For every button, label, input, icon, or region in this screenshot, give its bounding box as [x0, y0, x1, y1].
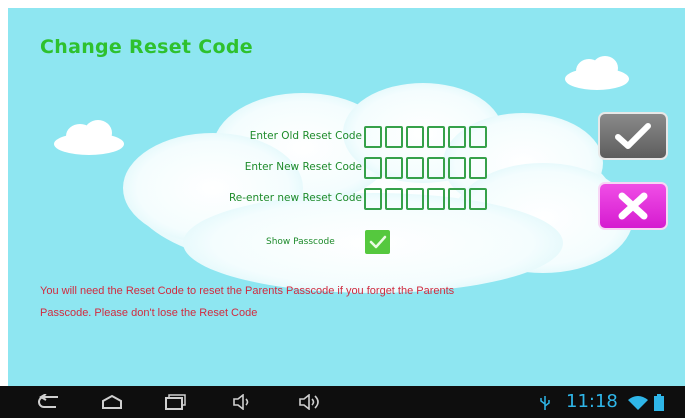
digit-box[interactable] [427, 126, 445, 148]
checkmark-icon [615, 123, 651, 149]
cloud-small-right [565, 56, 629, 90]
new-reset-code-label: Enter New Reset Code [244, 161, 362, 173]
cancel-button[interactable] [598, 182, 668, 230]
system-navbar: 11:18 [0, 386, 685, 418]
digit-box[interactable] [469, 157, 487, 179]
digit-box[interactable] [385, 157, 403, 179]
battery-icon [654, 394, 664, 411]
digit-box[interactable] [406, 126, 424, 148]
reenter-reset-code-row: Re-enter new Reset Code [158, 188, 538, 212]
status-clock: 11:18 [566, 391, 618, 412]
digit-box[interactable] [364, 188, 382, 210]
old-reset-code-input[interactable] [364, 126, 487, 148]
digit-box[interactable] [406, 188, 424, 210]
back-icon[interactable] [36, 394, 62, 410]
digit-box[interactable] [427, 157, 445, 179]
wifi-icon [628, 396, 648, 410]
digit-box[interactable] [469, 126, 487, 148]
usb-icon [540, 396, 550, 410]
home-icon[interactable] [100, 394, 124, 410]
notice-line-1: You will need the Reset Code to reset th… [40, 285, 455, 297]
volume-down-icon[interactable] [232, 394, 254, 410]
digit-box[interactable] [364, 126, 382, 148]
confirm-button[interactable] [598, 112, 668, 160]
digit-box[interactable] [448, 157, 466, 179]
digit-box[interactable] [385, 126, 403, 148]
digit-box[interactable] [406, 157, 424, 179]
digit-box[interactable] [448, 188, 466, 210]
digit-box[interactable] [364, 157, 382, 179]
digit-box[interactable] [427, 188, 445, 210]
old-reset-code-row: Enter Old Reset Code [158, 126, 538, 150]
reenter-reset-code-label: Re-enter new Reset Code [228, 192, 362, 204]
show-passcode-checkbox[interactable] [365, 230, 390, 254]
show-passcode-label: Show Passcode [266, 237, 335, 247]
checkmark-icon [369, 235, 386, 249]
recent-apps-icon[interactable] [163, 394, 189, 410]
digit-box[interactable] [448, 126, 466, 148]
close-x-icon [618, 192, 648, 220]
cloud-small-left [54, 120, 124, 155]
page-title: Change Reset Code [40, 36, 253, 58]
digit-box[interactable] [469, 188, 487, 210]
reenter-reset-code-input[interactable] [364, 188, 487, 210]
app-screen: Change Reset Code Enter Old Reset Code E… [8, 8, 685, 386]
notice-line-2: Passcode. Please don't lose the Reset Co… [40, 307, 258, 319]
new-reset-code-input[interactable] [364, 157, 487, 179]
reset-code-notice: You will need the Reset Code to reset th… [40, 280, 580, 324]
new-reset-code-row: Enter New Reset Code [158, 157, 538, 181]
digit-box[interactable] [385, 188, 403, 210]
old-reset-code-label: Enter Old Reset Code [249, 130, 362, 142]
volume-up-icon[interactable] [298, 394, 324, 410]
